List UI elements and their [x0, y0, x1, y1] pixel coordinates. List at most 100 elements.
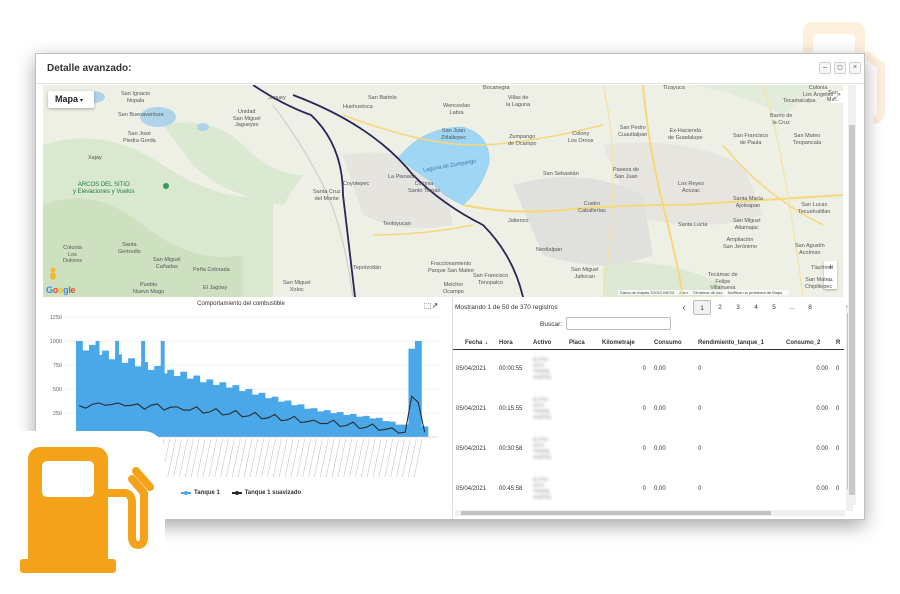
- series-tanque-1-bar[interactable]: [304, 408, 311, 437]
- map-place-label: San Bartolo: [368, 95, 397, 101]
- cell-fecha: 05/04/2021: [456, 406, 487, 412]
- page-button[interactable]: 1: [693, 299, 711, 315]
- cell-r: 0: [836, 366, 840, 373]
- series-tanque-1-bar[interactable]: [414, 341, 422, 437]
- page-button[interactable]: 4: [747, 300, 765, 315]
- series-tanque-1-bar[interactable]: [369, 418, 377, 437]
- map-place-label: Colonia Santo Tomás: [408, 181, 441, 194]
- series-tanque-1-bar[interactable]: [128, 358, 135, 437]
- series-tanque-1-bar[interactable]: [147, 369, 155, 437]
- column-header-kilometraje[interactable]: Kilometraje: [598, 337, 650, 350]
- series-tanque-1-bar[interactable]: [252, 394, 259, 437]
- column-header-placa[interactable]: Placa: [565, 337, 598, 350]
- column-header-activo[interactable]: Activo: [529, 337, 565, 350]
- map-place-label: Barrio de la Cruz: [770, 113, 793, 126]
- series-tanque-1-bar[interactable]: [95, 341, 100, 437]
- series-tanque-1-bar[interactable]: [76, 341, 80, 437]
- map-place-label: Nextlalpan: [536, 247, 562, 253]
- map-type-select[interactable]: Mapa ▾: [48, 91, 94, 108]
- series-tanque-1-bar[interactable]: [167, 369, 175, 437]
- series-tanque-1-bar[interactable]: [154, 365, 162, 437]
- street-view-pegman-icon[interactable]: [48, 267, 58, 281]
- search-input[interactable]: [566, 317, 671, 330]
- scroll-thumb[interactable]: [461, 511, 771, 515]
- series-tanque-1-bar[interactable]: [278, 401, 285, 437]
- series-tanque-1-bar[interactable]: [186, 378, 194, 437]
- map-place-label: El Jagüey: [203, 285, 228, 291]
- map-place-label: San Francisco Tenopalco: [473, 273, 509, 286]
- x-tick-label-mark: [372, 438, 382, 478]
- google-logo: Google: [46, 285, 76, 295]
- x-tick-label-mark: [413, 438, 423, 478]
- map-place-label: Xajay: [88, 155, 102, 161]
- series-tanque-1-bar[interactable]: [349, 413, 357, 437]
- route-map[interactable]: ARCOS DEL SITIO y Elevaciones y Vuelos L…: [43, 85, 843, 297]
- legend-item-tanque-1-suavizado[interactable]: Tanque 1 suavizado: [231, 490, 301, 496]
- map-place-label: Peña Colorada: [193, 267, 230, 273]
- column-header-rendimiento[interactable]: Rendimiento_tanque_1: [694, 337, 782, 350]
- column-header-fecha[interactable]: Fecha ▲: [453, 337, 495, 350]
- series-tanque-1-bar[interactable]: [310, 408, 318, 437]
- series-tanque-1-bar[interactable]: [219, 382, 227, 437]
- map-place-label: San Miguel Xoloc: [283, 280, 311, 293]
- maximize-button[interactable]: ◻: [834, 62, 846, 74]
- y-tick-label: 1250: [50, 315, 62, 321]
- page-button[interactable]: 3: [729, 300, 747, 315]
- series-tanque-1-bar[interactable]: [102, 350, 109, 437]
- series-tanque-1-bar[interactable]: [317, 411, 325, 437]
- x-tick-label-mark: [384, 438, 394, 478]
- series-tanque-1-bar[interactable]: [291, 405, 298, 437]
- map-place-label: San Sebastián: [543, 171, 579, 177]
- page-button[interactable]: 8: [801, 300, 819, 315]
- series-tanque-1-bar[interactable]: [258, 392, 266, 437]
- series-tanque-1-bar[interactable]: [180, 371, 188, 437]
- cell-placa: [565, 429, 598, 469]
- scroll-thumb[interactable]: [849, 125, 855, 495]
- map-place-label: San Miguel Atlamajac: [733, 218, 761, 231]
- window-scrollbar[interactable]: [848, 85, 856, 505]
- series-tanque-1-bar[interactable]: [245, 389, 253, 437]
- y-tick-label: 1000: [50, 339, 62, 345]
- table-horizontal-scrollbar[interactable]: [455, 510, 845, 516]
- prev-page-button[interactable]: ‹: [675, 300, 693, 315]
- series-tanque-1-bar[interactable]: [82, 350, 90, 437]
- map-place-label: La Planada: [388, 174, 416, 180]
- map-place-label: Wenceslao Labra: [443, 103, 471, 116]
- series-tanque-1-bar[interactable]: [160, 341, 165, 437]
- map-place-label: Coyotepec: [343, 181, 370, 187]
- table-row[interactable]: 05/04/2021 00:30:58 EL04U 3016 TRAN8 4SBR9…: [453, 429, 844, 469]
- series-tanque-1-bar[interactable]: [121, 362, 129, 437]
- poi-label: ARCOS DEL SITIO y Elevaciones y Vuelos: [73, 182, 135, 195]
- series-tanque-1-bar[interactable]: [108, 359, 116, 437]
- table-row[interactable]: 05/04/2021 00:00:55 EL04U 3016 TRAN8 4SBR9…: [453, 349, 844, 389]
- legend-item-tanque-1[interactable]: Tanque 1: [181, 490, 220, 496]
- x-tick-label-mark: [226, 438, 235, 478]
- table-row[interactable]: 05/04/2021 00:45:58 EL04U 3016 TRAN8 4SBR9…: [453, 469, 844, 509]
- table-row[interactable]: 05/04/2021 00:15:55 EL04U 3016 TRAN8 4SBR9…: [453, 389, 844, 429]
- series-tanque-1-bar[interactable]: [89, 344, 96, 437]
- cell-rendimiento: 0: [698, 366, 702, 373]
- series-tanque-1-bar[interactable]: [115, 341, 120, 437]
- map-place-label: Tizayuca: [663, 85, 685, 91]
- column-header-consumo-2[interactable]: Consumo_2: [782, 337, 832, 350]
- series-tanque-1-bar[interactable]: [206, 379, 214, 437]
- series-tanque-1-bar[interactable]: [199, 382, 207, 437]
- x-tick-label-mark: [202, 438, 212, 478]
- series-tanque-1-bar[interactable]: [330, 413, 338, 437]
- series-tanque-1-bar[interactable]: [141, 341, 146, 437]
- page-button[interactable]: 5: [765, 300, 783, 315]
- x-tick-label-mark: [314, 438, 323, 478]
- x-tick-label-mark: [343, 438, 352, 478]
- map-place-label: Santa Lucía: [678, 222, 708, 228]
- map-place-label: Pueblo Nuevo Magu: [133, 282, 165, 295]
- x-tick-label-mark: [179, 438, 188, 478]
- close-button[interactable]: ×: [849, 62, 861, 74]
- cell-kilometraje: 0: [642, 366, 646, 373]
- series-tanque-1-bar[interactable]: [134, 366, 142, 437]
- minimize-button[interactable]: –: [819, 62, 831, 74]
- column-header-consumo[interactable]: Consumo: [650, 337, 694, 350]
- column-header-hora[interactable]: Hora: [495, 337, 529, 350]
- column-header-r[interactable]: R: [832, 337, 845, 350]
- series-tanque-1-bar[interactable]: [408, 348, 416, 437]
- page-button[interactable]: 2: [711, 300, 729, 315]
